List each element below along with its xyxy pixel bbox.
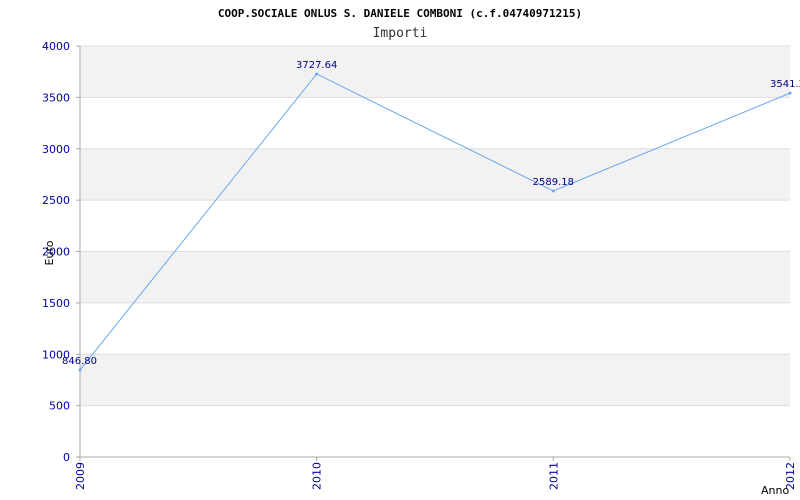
y-tick-label: 0 [63,451,70,464]
data-label: 846.80 [62,356,97,367]
y-axis-title: Euro [43,240,56,265]
plot-band [80,251,790,303]
x-axis-ticks: 2009 2010 2011 2012 [74,457,797,490]
plot-band [80,354,790,406]
data-point [551,189,555,193]
data-point [788,91,792,95]
plot-band [80,200,790,252]
plot-band [80,46,790,98]
plot-band [80,302,790,355]
x-tick-label: 2010 [311,462,324,490]
chart-title: COOP.SOCIALE ONLUS S. DANIELE COMBONI (c… [218,7,582,20]
plot-band [80,148,790,201]
y-tick-label: 3500 [42,91,70,104]
chart-subtitle: Importi [373,26,428,41]
chart-page: 0 500 1000 1500 2000 2500 3000 3500 4000 2009 201… [0,0,800,500]
x-axis-title: Anno [761,484,789,497]
data-label: 2589.18 [533,177,574,188]
data-label: 3541.2 [770,79,800,90]
y-tick-label: 3000 [42,143,70,156]
data-label: 3727.64 [296,60,337,71]
plot-band [80,405,790,457]
x-tick-label: 2009 [74,462,87,490]
plot-band [80,97,790,149]
x-tick-label: 2011 [547,462,560,490]
y-tick-label: 2500 [42,194,70,207]
y-tick-label: 500 [49,400,70,413]
y-tick-label: 1500 [42,297,70,310]
y-tick-label: 4000 [42,40,70,53]
data-point [315,72,319,76]
chart-canvas: 05001000150020002500300035004000 2009 201… [42,7,800,497]
data-point [78,368,82,372]
